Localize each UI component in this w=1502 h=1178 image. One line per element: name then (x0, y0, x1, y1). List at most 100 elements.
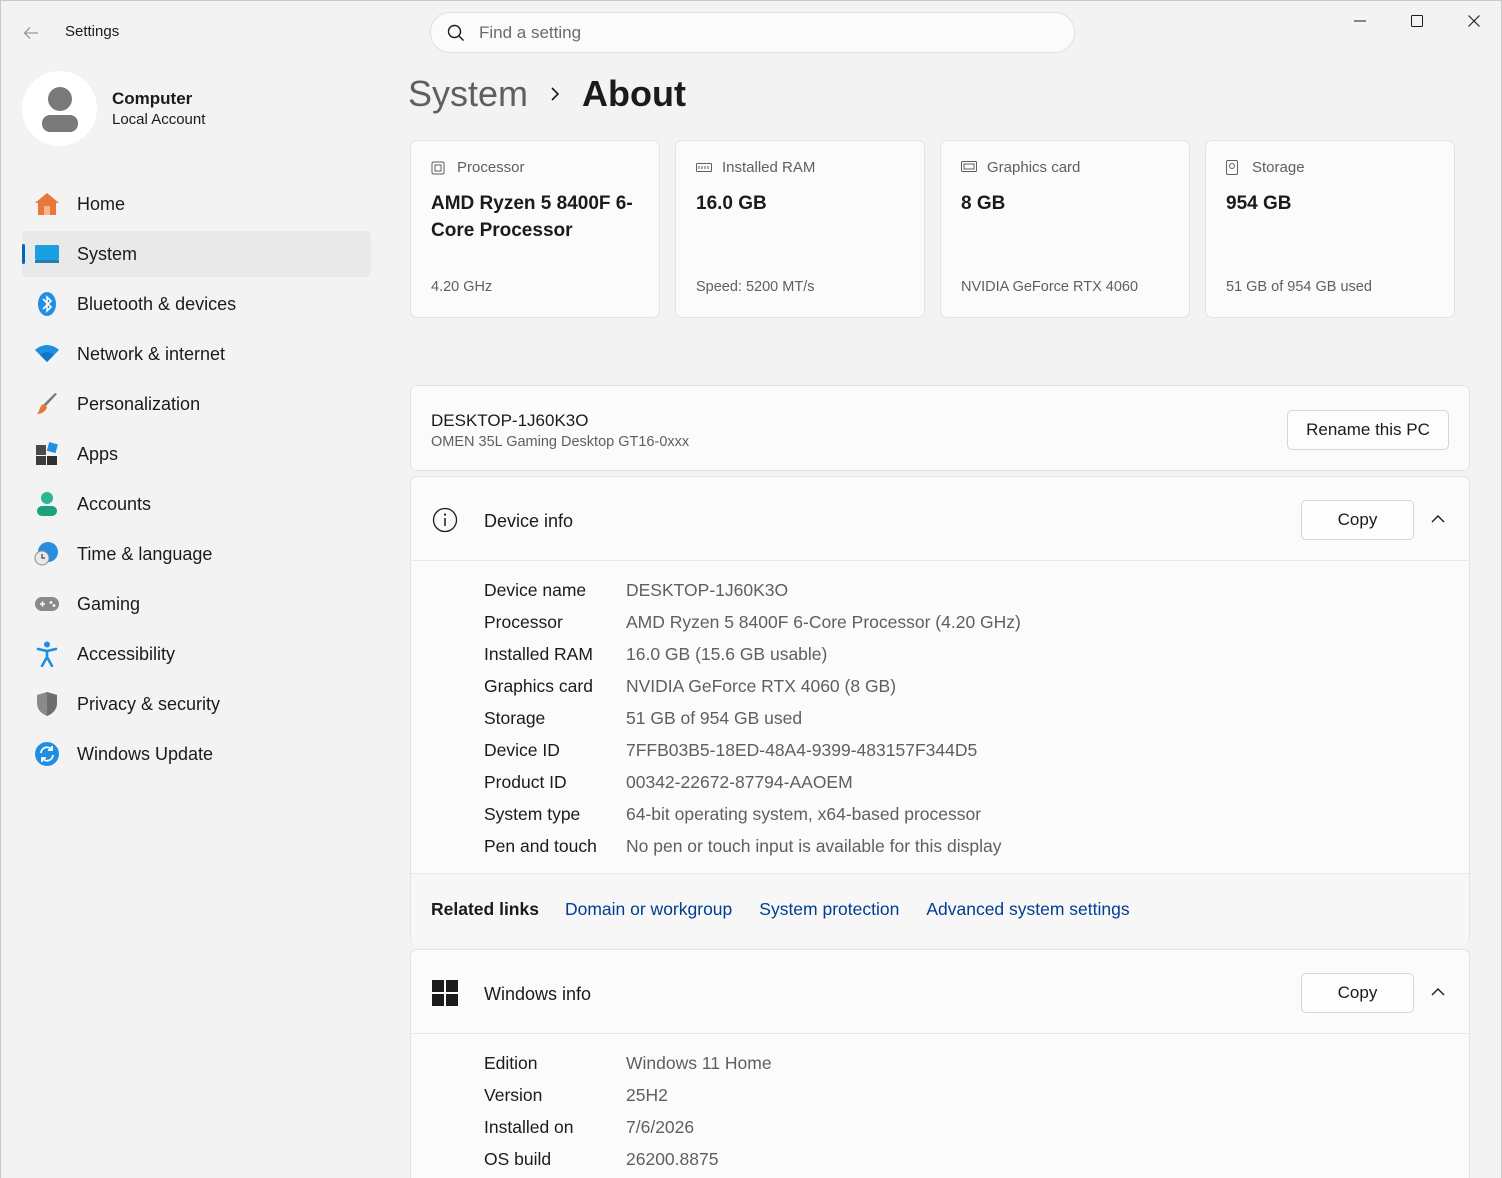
list-item: Pen and touch No pen or touch input is av… (484, 830, 1469, 862)
apps-icon (34, 441, 60, 467)
sidebar-item-label: Privacy & security (77, 693, 221, 714)
info-icon (431, 506, 459, 534)
close-button[interactable] (1445, 1, 1502, 41)
sidebar-item-label: Accounts (77, 493, 152, 514)
list-item: Installed on 7/6/2026 (484, 1111, 1469, 1143)
sidebar-item-label: Time & language (77, 543, 213, 564)
title-bar: Settings (1, 1, 1501, 65)
sidebar-item-windows-update[interactable]: Windows Update (22, 731, 371, 777)
device-info-header[interactable]: Device info Copy (411, 477, 1469, 561)
info-value: 7FFB03B5-18ED-48A4-9399-483157F344D5 (626, 739, 978, 760)
info-value: 26200.8875 (626, 1148, 719, 1169)
list-item: Device name DESKTOP-1J60K3O (484, 574, 1469, 606)
back-button[interactable] (15, 19, 47, 47)
system-icon (34, 241, 60, 267)
spec-value: 954 GB (1226, 193, 1292, 214)
sidebar-item-privacy-security[interactable]: Privacy & security (22, 681, 371, 727)
accessibility-icon (34, 641, 60, 667)
list-item: Edition Windows 11 Home (484, 1047, 1469, 1079)
info-value: NVIDIA GeForce RTX 4060 (8 GB) (626, 675, 897, 696)
spec-value: 16.0 GB (696, 193, 767, 214)
search-input[interactable] (479, 22, 1039, 43)
spec-card-processor: Processor AMD Ryzen 5 8400F 6-Core Proce… (410, 140, 660, 318)
windows-logo-icon (431, 979, 459, 1007)
system-protection-link[interactable]: System protection (759, 899, 899, 920)
user-profile[interactable]: Computer Local Account (22, 71, 205, 146)
sidebar-item-system[interactable]: System (22, 231, 371, 277)
sidebar-item-label: Gaming (77, 593, 141, 614)
windows-info-list: Edition Windows 11 Home Version 25H2 Insta… (411, 1034, 1469, 1178)
chevron-up-icon[interactable] (1429, 509, 1447, 527)
sidebar-item-label: Bluetooth & devices (77, 293, 237, 314)
gamepad-icon (34, 591, 60, 617)
advanced-system-settings-link[interactable]: Advanced system settings (926, 899, 1129, 920)
spec-label: Storage (1252, 159, 1305, 176)
device-info-list: Device name DESKTOP-1J60K3O Processor AMD … (411, 561, 1469, 873)
sidebar-item-label: Personalization (77, 393, 201, 414)
info-value: 25H2 (626, 1084, 668, 1105)
spec-sub: NVIDIA GeForce RTX 4060 (961, 279, 1139, 295)
profile-name: Computer (112, 89, 193, 108)
brush-icon (34, 391, 60, 417)
rename-pc-button[interactable]: Rename this PC (1287, 410, 1449, 450)
info-value: 64-bit operating system, x64-based proce… (626, 803, 982, 824)
sidebar-item-bluetooth[interactable]: Bluetooth & devices (22, 281, 371, 327)
domain-workgroup-link[interactable]: Domain or workgroup (565, 899, 732, 920)
minimize-button[interactable] (1331, 1, 1388, 41)
list-item: Product ID 00342-22672-87794-AAOEM (484, 766, 1469, 798)
info-value: DESKTOP-1J60K3O (626, 579, 789, 600)
breadcrumb-parent[interactable]: System (408, 73, 528, 115)
sidebar-item-accounts[interactable]: Accounts (22, 481, 371, 527)
sidebar-item-label: Windows Update (77, 743, 214, 764)
info-value: 51 GB of 954 GB used (626, 707, 803, 728)
list-item: Graphics card NVIDIA GeForce RTX 4060 (8 … (484, 670, 1469, 702)
copy-windows-info-button[interactable]: Copy (1301, 973, 1414, 1013)
sidebar-item-network[interactable]: Network & internet (22, 331, 371, 377)
windows-info-panel: Windows info Copy Edition Windows 11 Home… (410, 949, 1470, 1178)
search-box[interactable] (430, 12, 1075, 53)
info-key: Product ID (484, 771, 567, 792)
ram-icon (696, 160, 712, 176)
sidebar-item-label: Network & internet (77, 343, 226, 364)
app-title: Settings (65, 23, 120, 40)
minimize-icon (1353, 20, 1366, 22)
info-key: Installed RAM (484, 643, 593, 664)
sidebar-item-time-language[interactable]: Time & language (22, 531, 371, 577)
home-icon (34, 191, 60, 217)
person-icon (34, 491, 60, 517)
maximize-button[interactable] (1388, 1, 1445, 41)
shield-icon (34, 691, 60, 717)
info-key: Device name (484, 579, 587, 600)
info-key: Installed on (484, 1116, 574, 1137)
sidebar-item-apps[interactable]: Apps (22, 431, 371, 477)
info-value: 16.0 GB (15.6 GB usable) (626, 643, 828, 664)
sidebar-item-label: System (77, 243, 138, 264)
globe-clock-icon (34, 541, 60, 567)
windows-info-header[interactable]: Windows info Copy (411, 950, 1469, 1034)
info-value: Windows 11 Home (626, 1052, 772, 1073)
processor-icon (431, 160, 447, 176)
list-item: System type 64-bit operating system, x64-… (484, 798, 1469, 830)
info-key: Device ID (484, 739, 560, 760)
related-links-label: Related links (431, 899, 539, 919)
copy-device-info-button[interactable]: Copy (1301, 500, 1414, 540)
sidebar-item-home[interactable]: Home (22, 181, 371, 227)
sidebar-item-gaming[interactable]: Gaming (22, 581, 371, 627)
list-item: Processor AMD Ryzen 5 8400F 6-Core Proces… (484, 606, 1469, 638)
info-key: System type (484, 803, 581, 824)
info-value: 00342-22672-87794-AAOEM (626, 771, 853, 792)
chevron-up-icon[interactable] (1429, 982, 1447, 1000)
chevron-right-icon (550, 86, 560, 102)
sidebar-item-personalization[interactable]: Personalization (22, 381, 371, 427)
breadcrumb: System About (408, 73, 686, 115)
sidebar-item-label: Apps (77, 443, 119, 464)
spec-label: Processor (457, 159, 525, 176)
list-item: OS build 26200.8875 (484, 1143, 1469, 1175)
info-value: No pen or touch input is available for t… (626, 835, 1002, 856)
info-key: Edition (484, 1052, 538, 1073)
settings-window: Settings Find a setting Computer Local A… (0, 0, 1502, 1178)
avatar (22, 71, 97, 146)
page-title: About (582, 73, 686, 114)
sidebar-item-accessibility[interactable]: Accessibility (22, 631, 371, 677)
wifi-icon (34, 341, 60, 367)
